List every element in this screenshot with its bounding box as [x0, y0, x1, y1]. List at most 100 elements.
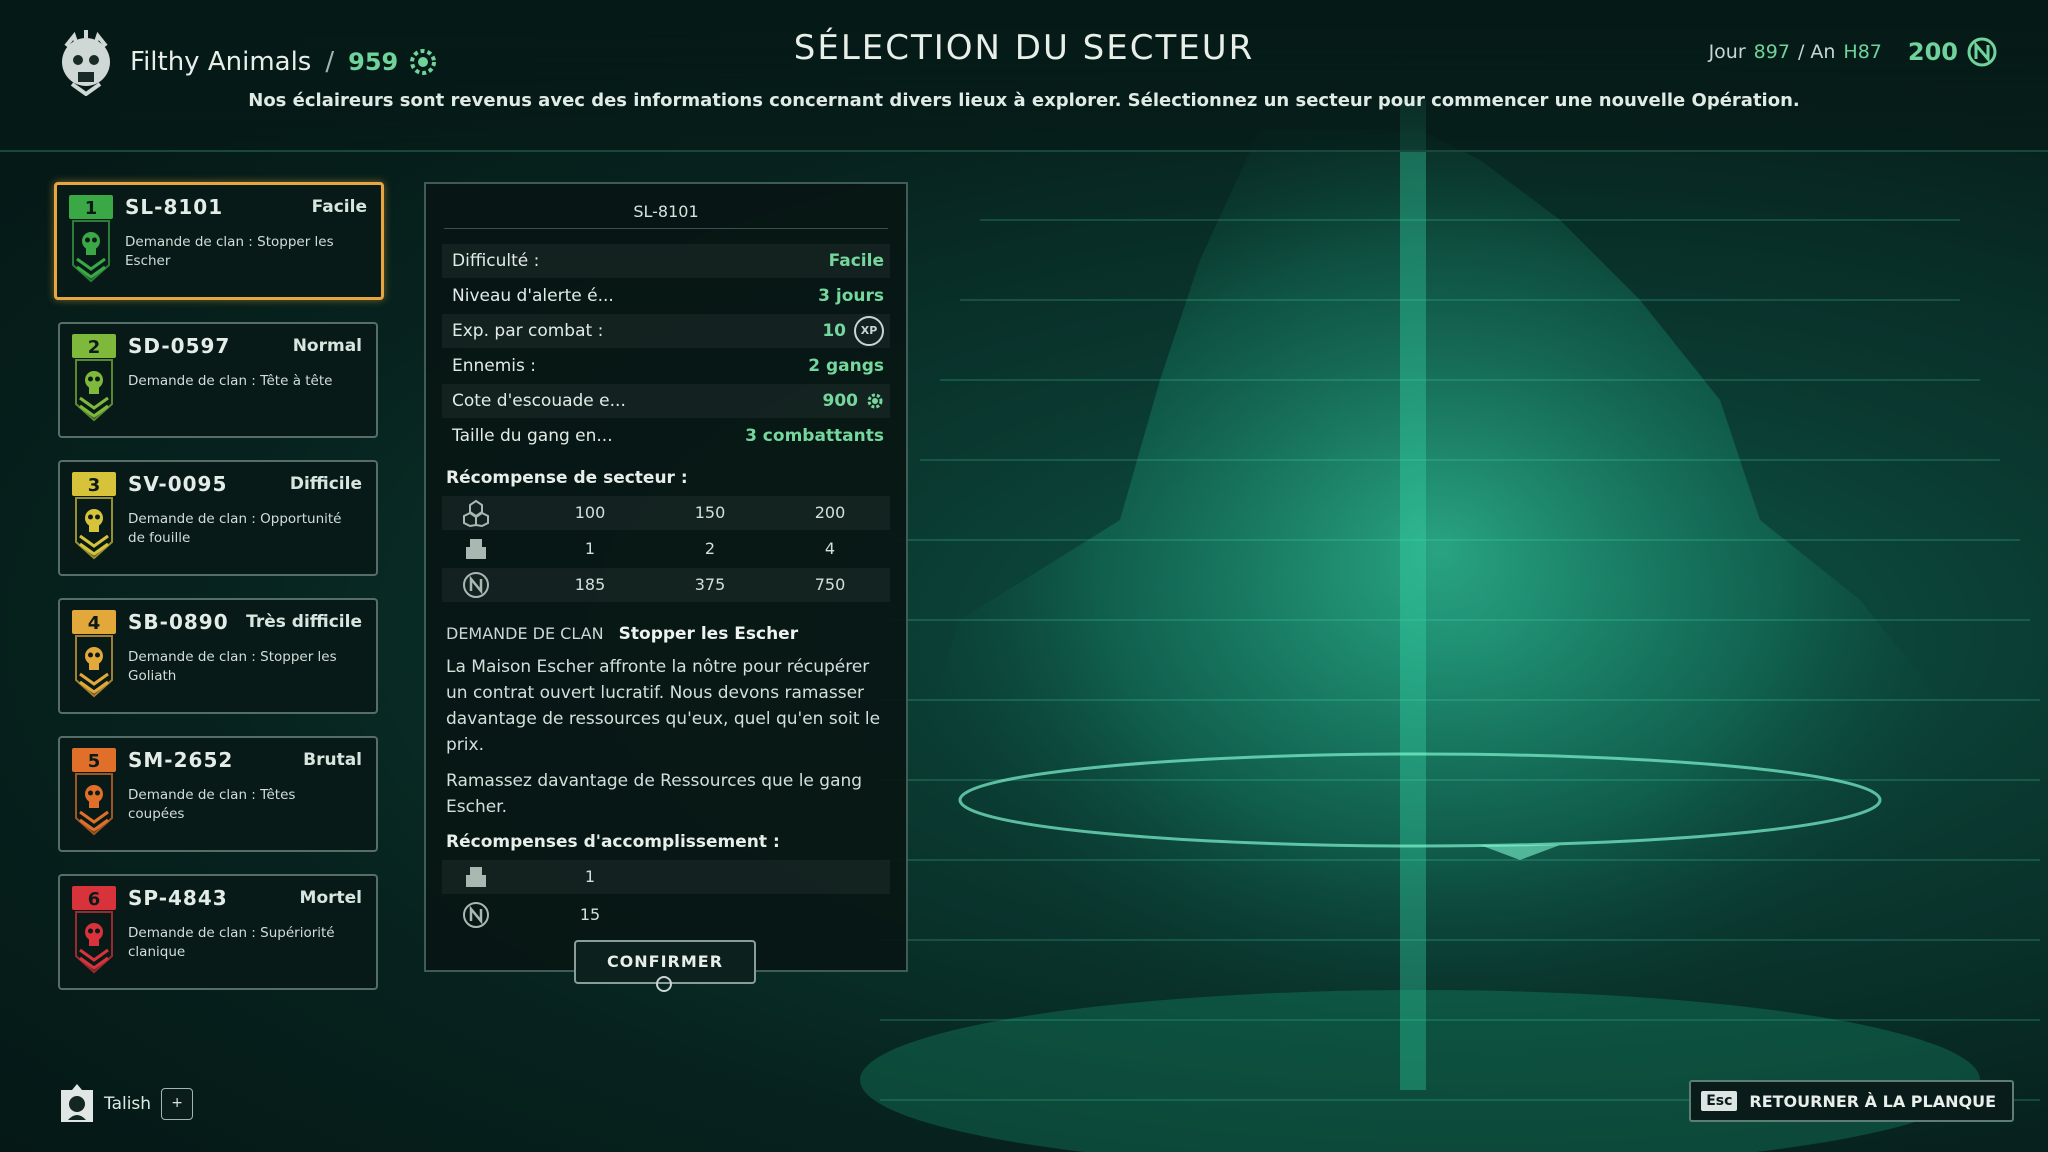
sector-rank-number: 1: [85, 198, 98, 219]
reward-row-credits: 185 375 750: [442, 568, 890, 602]
sector-rank-badge-icon: 2: [72, 334, 116, 422]
sector-demand: Demande de clan : Stopper les Goliath: [128, 649, 337, 684]
sector-difficulty: Facile: [311, 197, 367, 217]
reward-value: 185: [574, 575, 606, 594]
sector-rank-badge-icon: 6: [72, 886, 116, 974]
reward-value: 1: [584, 539, 596, 558]
stat-squad-rating: Cote d'escouade e... 900: [442, 384, 890, 418]
sector-code: SL-8101: [125, 195, 224, 219]
sector-rank-badge-icon: 4: [72, 610, 116, 698]
reward-row-loot: 1 2 4: [442, 532, 890, 566]
sector-difficulty: Mortel: [299, 888, 362, 908]
sector-code: SD-0597: [128, 334, 231, 358]
stat-value: 2 gangs: [808, 356, 884, 376]
credits-icon: [1967, 37, 1997, 67]
sector-rank-number: 2: [88, 337, 101, 358]
sector-details-panel: SL-8101 Difficulté : Facile Niveau d'ale…: [424, 182, 908, 972]
reward-value: 150: [694, 503, 726, 522]
sector-difficulty: Difficile: [289, 474, 362, 494]
sector-rank-badge-icon: 5: [72, 748, 116, 836]
sector-code: SP-4843: [128, 886, 228, 910]
credits-icon: [463, 902, 489, 928]
details-heading: SL-8101: [633, 202, 699, 221]
sector-card-1[interactable]: 1 SL-8101 Facile Demande de clan : Stopper …: [54, 182, 384, 300]
return-hideout-button[interactable]: Esc RETOURNER À LA PLANQUE: [1689, 1080, 2014, 1122]
credits-icon: [463, 572, 489, 598]
reward-value: 750: [814, 575, 846, 594]
day-value: 897: [1753, 41, 1790, 63]
reward-value: 4: [824, 539, 836, 558]
sector-code: SV-0095: [128, 472, 228, 496]
player-info: Talish +: [60, 1084, 194, 1124]
reward-value: 1: [584, 867, 596, 886]
sector-rank-badge-icon: 1: [69, 195, 113, 283]
resources-icon: [463, 499, 489, 527]
stat-gang-size: Taille du gang en... 3 combattants: [442, 419, 890, 453]
stat-label: Taille du gang en...: [452, 426, 613, 446]
sector-difficulty: Très difficile: [246, 612, 362, 632]
rating-gear-icon: [867, 393, 883, 409]
mission-objective: Ramassez davantage de Ressources que le …: [446, 771, 863, 817]
stat-xp-per-combat: Exp. par combat : 10 XP: [442, 314, 890, 348]
clan-demand-label: DEMANDE DE CLAN: [446, 624, 604, 643]
stat-value: 3 jours: [818, 286, 884, 306]
sector-difficulty: Brutal: [303, 750, 362, 770]
sector-card-3[interactable]: 3 SV-0095 Difficile Demande de clan : Oppor…: [58, 460, 378, 576]
player-avatar-icon: [61, 1084, 93, 1122]
achievement-row-loot: 1: [442, 860, 890, 894]
reward-value: 2: [704, 539, 716, 558]
clan-demand-name: Stopper les Escher: [618, 624, 799, 644]
esc-key-icon: Esc: [1701, 1091, 1738, 1111]
sector-rank-number: 6: [88, 889, 101, 910]
sector-code: SM-2652: [128, 748, 234, 772]
sector-demand: Demande de clan : Opportunité de fouille: [128, 511, 342, 546]
stat-label: Cote d'escouade e...: [452, 391, 626, 411]
sector-reward-title: Récompense de secteur :: [446, 468, 688, 488]
stat-alert-level: Niveau d'alerte é... 3 jours: [442, 279, 890, 313]
sector-card-5[interactable]: 5 SM-2652 Brutal Demande de clan : Têtes co…: [58, 736, 378, 852]
sector-demand: Demande de clan : Têtes coupées: [128, 787, 296, 822]
sector-demand: Demande de clan : Stopper les Escher: [125, 234, 334, 269]
confirm-indicator-icon: [656, 976, 672, 992]
achievement-row-credits: 15: [442, 898, 890, 932]
sector-code: SB-0890: [128, 610, 229, 634]
reward-value: 100: [574, 503, 606, 522]
loot-crate-icon: [466, 867, 486, 887]
heading-divider: [444, 228, 888, 229]
stat-label: Niveau d'alerte é...: [452, 286, 614, 306]
mission-description: La Maison Escher affronte la nôtre pour …: [446, 657, 881, 755]
sector-card-2[interactable]: 2 SD-0597 Normal Demande de clan : Tête à t…: [58, 322, 378, 438]
sector-rank-badge-icon: 3: [72, 472, 116, 560]
credits-value: 200: [1907, 38, 1958, 66]
stat-value: 10: [822, 321, 846, 341]
year-label: / An: [1797, 41, 1836, 63]
sector-rank-number: 4: [88, 613, 101, 634]
reward-value: 15: [579, 905, 601, 924]
xp-icon: XP: [854, 316, 884, 346]
year-value: H87: [1843, 41, 1882, 63]
stat-value-group: 900: [823, 391, 885, 411]
date-display: Jour 897 / An H87 200: [1709, 36, 1998, 68]
stat-value: 3 combattants: [745, 426, 884, 446]
sector-rank-number: 5: [88, 751, 101, 772]
sector-card-6[interactable]: 6 SP-4843 Mortel Demande de clan : Supérior…: [58, 874, 378, 990]
sector-card-4[interactable]: 4 SB-0890 Très difficile Demande de clan : …: [58, 598, 378, 714]
stat-value: 900: [822, 391, 859, 411]
sector-hologram: [860, 100, 2040, 1152]
stat-enemies: Ennemis : 2 gangs: [442, 349, 890, 383]
return-hideout-label: RETOURNER À LA PLANQUE: [1749, 1091, 1996, 1111]
stat-value: Facile: [828, 251, 884, 271]
achievement-title: Récompenses d'accomplissement :: [446, 832, 780, 852]
sector-difficulty: Normal: [292, 336, 362, 356]
stat-value-group: 10 XP: [822, 316, 884, 346]
sector-demand: Demande de clan : Tête à tête: [128, 373, 333, 389]
page-subtitle: Nos éclaireurs sont revenus avec des inf…: [248, 90, 1800, 111]
clan-demand-line: DEMANDE DE CLAN Stopper les Escher: [446, 624, 798, 644]
add-player-button[interactable]: +: [161, 1088, 194, 1120]
reward-value: 200: [814, 503, 846, 522]
stat-label: Ennemis :: [452, 356, 537, 376]
reward-row-resources: 100 150 200: [442, 496, 890, 530]
sector-demand: Demande de clan : Supériorité clanique: [128, 925, 335, 960]
stat-label: Difficulté :: [452, 251, 540, 271]
reward-value: 375: [694, 575, 726, 594]
